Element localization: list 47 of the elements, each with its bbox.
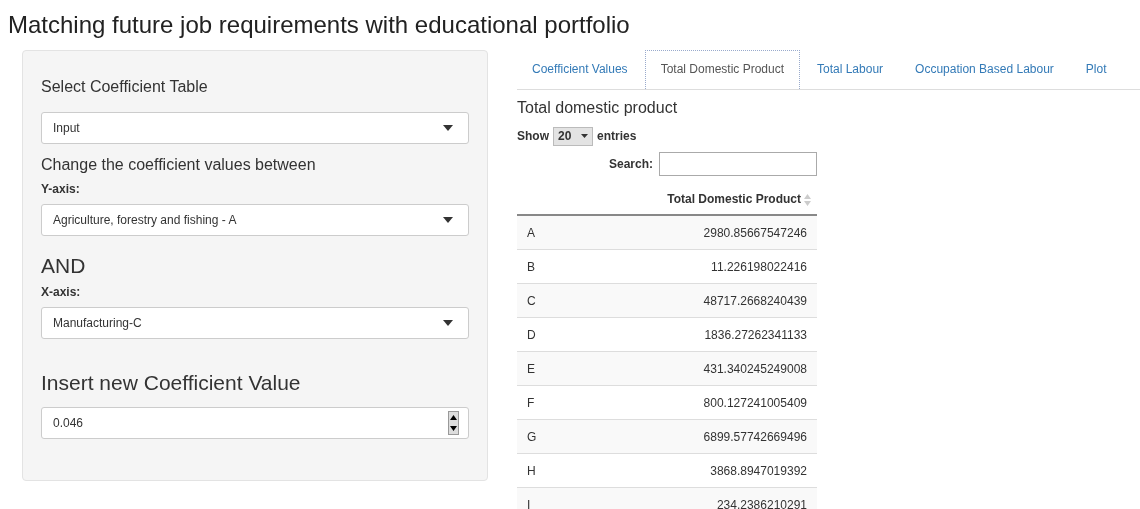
table-cell: 1836.27262341133: [704, 327, 807, 342]
table-select[interactable]: Input: [41, 112, 469, 144]
panel-heading: Total domestic product: [517, 98, 679, 118]
table-cell: 3868.8947019392: [710, 463, 807, 478]
tab[interactable]: Plot: [1070, 50, 1122, 89]
y-axis-select[interactable]: Agriculture, forestry and fishing - A: [41, 204, 469, 236]
table-cell: 6899.57742669496: [703, 429, 807, 444]
field-label: X-axis:: [41, 284, 82, 300]
x-axis-select[interactable]: Manufacturing-C: [41, 307, 469, 339]
caret-icon: [581, 134, 588, 138]
section-label: AND: [41, 253, 87, 279]
table-cell: 234.2386210291: [716, 497, 807, 509]
field-label: Y-axis:: [41, 181, 81, 197]
sort-icon: [804, 193, 811, 206]
number-field[interactable]: 0.046: [41, 407, 469, 439]
table-cell: 2980.85667547246: [703, 225, 807, 240]
section-label: Insert new Coefficient Value: [41, 370, 302, 396]
table-cell: H: [527, 463, 536, 478]
page-title: Matching future job requirements with educational portfolio: [7, 10, 631, 40]
tab[interactable]: Total Labour: [802, 50, 899, 89]
table-cell: 11.226198022416: [711, 259, 807, 274]
table-cell: D: [527, 327, 536, 342]
caret-icon: [443, 217, 453, 223]
caret-icon: [443, 125, 453, 131]
section-label: Change the coefficient values between: [41, 155, 317, 175]
table-cell: I: [527, 497, 531, 509]
table-cell: E: [527, 361, 535, 376]
entries-label: entries: [597, 129, 637, 143]
column-header[interactable]: Total Domestic Product: [667, 192, 801, 206]
tab[interactable]: Total Domestic Product: [644, 50, 800, 89]
table-cell: 48717.2668240439: [703, 293, 807, 308]
tab[interactable]: Coefficient Values: [517, 50, 643, 89]
table-cell: 800.127241005409: [703, 395, 807, 410]
table-cell: A: [527, 225, 535, 240]
table-cell: B: [527, 259, 535, 274]
search-label: Search:: [608, 157, 653, 171]
show-label: Show: [517, 129, 549, 143]
table-cell: G: [527, 429, 537, 444]
caret-icon: [443, 320, 453, 326]
table-cell: F: [527, 395, 535, 410]
spinner-icon: [448, 411, 459, 435]
search-field[interactable]: [659, 152, 817, 176]
field-label: Select Coefficient Table: [41, 77, 209, 97]
page-size-select[interactable]: 20: [553, 126, 593, 146]
tab[interactable]: Occupation Based Labour: [900, 50, 1069, 89]
table-cell: C: [527, 293, 536, 308]
table-cell: 431.340245249008: [703, 361, 807, 376]
